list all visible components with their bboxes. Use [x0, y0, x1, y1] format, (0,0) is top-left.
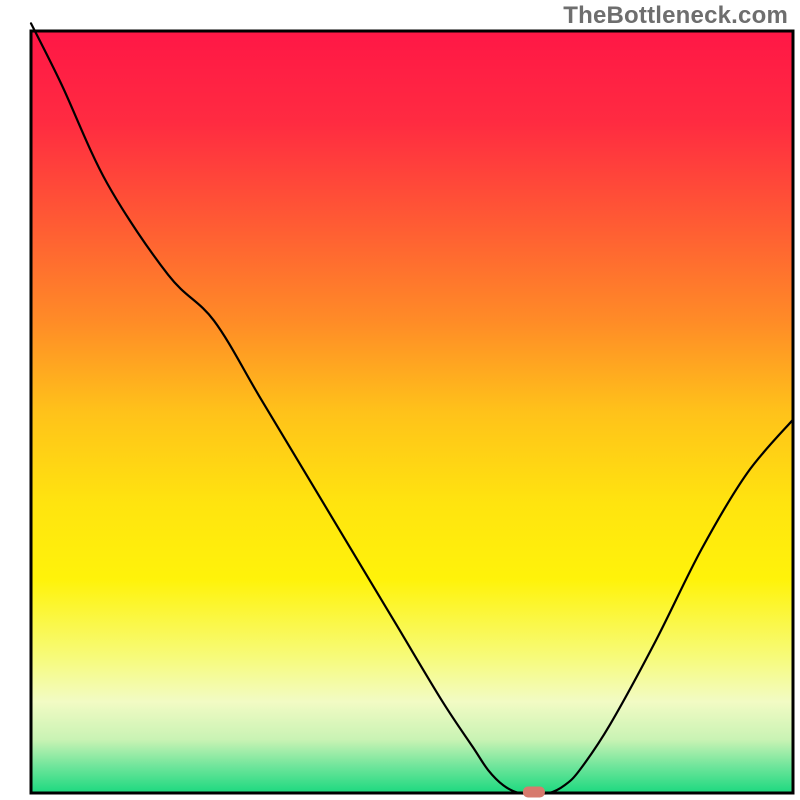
watermark-text: TheBottleneck.com — [563, 2, 788, 30]
optimal-marker — [523, 787, 545, 798]
bottleneck-chart: TheBottleneck.com — [0, 0, 800, 800]
chart-svg — [0, 0, 800, 800]
plot-background — [31, 31, 793, 793]
